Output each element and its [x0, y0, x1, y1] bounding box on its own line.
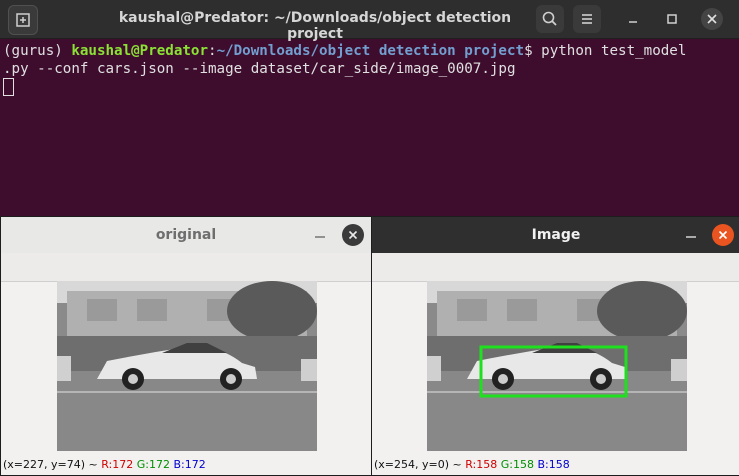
- image-minimize-button[interactable]: [684, 227, 698, 245]
- prompt-user: kaushal@Predator: [71, 43, 209, 59]
- original-status-bar: (x=227, y=74) ~ R:172 G:172 B:172: [3, 458, 206, 471]
- image-window[interactable]: Image (x=254, y=0) ~ R:158 G:158 B:158: [371, 216, 739, 476]
- image-toolbar: [372, 253, 739, 282]
- search-button[interactable]: [536, 5, 564, 33]
- original-close-button[interactable]: [342, 224, 364, 246]
- terminal-titlebar[interactable]: kaushal@Predator: ~/Downloads/object det…: [0, 0, 739, 42]
- text-cursor: [3, 78, 14, 96]
- image-green-value: G:158: [500, 458, 534, 471]
- new-tab-button[interactable]: [8, 5, 38, 35]
- minimize-icon: [686, 236, 696, 238]
- terminal-title: kaushal@Predator: ~/Downloads/object det…: [118, 10, 512, 42]
- close-button[interactable]: [701, 8, 723, 30]
- original-blue-value: B:172: [173, 458, 206, 471]
- close-icon: [348, 230, 358, 240]
- minimize-button[interactable]: [624, 10, 642, 28]
- original-titlebar[interactable]: original: [1, 217, 371, 253]
- original-green-value: G:172: [136, 458, 170, 471]
- original-coords: (x=227, y=74) ~: [3, 458, 102, 471]
- close-icon: [718, 230, 728, 240]
- command-line-1: python test_model: [541, 43, 687, 59]
- image-blue-value: B:158: [537, 458, 570, 471]
- minimize-icon: [629, 21, 637, 23]
- prompt-path: ~/Downloads/object detection project: [216, 43, 525, 59]
- detection-photo: [427, 281, 687, 451]
- menu-button[interactable]: [573, 5, 601, 33]
- image-status-bar: (x=254, y=0) ~ R:158 G:158 B:158: [374, 458, 570, 471]
- prompt-separator: :: [208, 43, 217, 59]
- hamburger-menu-icon: [582, 14, 592, 24]
- original-photo: [57, 281, 317, 451]
- command-line-2: .py --conf cars.json --image dataset/car…: [3, 61, 516, 77]
- minimize-icon: [315, 236, 325, 238]
- search-icon: [542, 11, 557, 26]
- maximize-icon: [667, 14, 677, 24]
- image-coords: (x=254, y=0) ~: [374, 458, 466, 471]
- close-icon: [707, 14, 717, 24]
- original-red-value: R:172: [101, 458, 134, 471]
- new-tab-icon: [16, 13, 30, 27]
- image-close-button[interactable]: [712, 224, 734, 246]
- original-window[interactable]: original (x=227, y=74) ~ R:172 G:172 B:1…: [0, 216, 372, 476]
- prompt-dollar: $: [524, 43, 542, 59]
- original-toolbar: [1, 253, 371, 282]
- maximize-button[interactable]: [663, 10, 681, 28]
- original-minimize-button[interactable]: [313, 227, 327, 245]
- image-titlebar[interactable]: Image: [372, 217, 739, 253]
- prompt-env: (gurus): [3, 43, 72, 59]
- image-red-value: R:158: [465, 458, 498, 471]
- terminal-output[interactable]: (gurus) kaushal@Predator:~/Downloads/obj…: [3, 42, 739, 96]
